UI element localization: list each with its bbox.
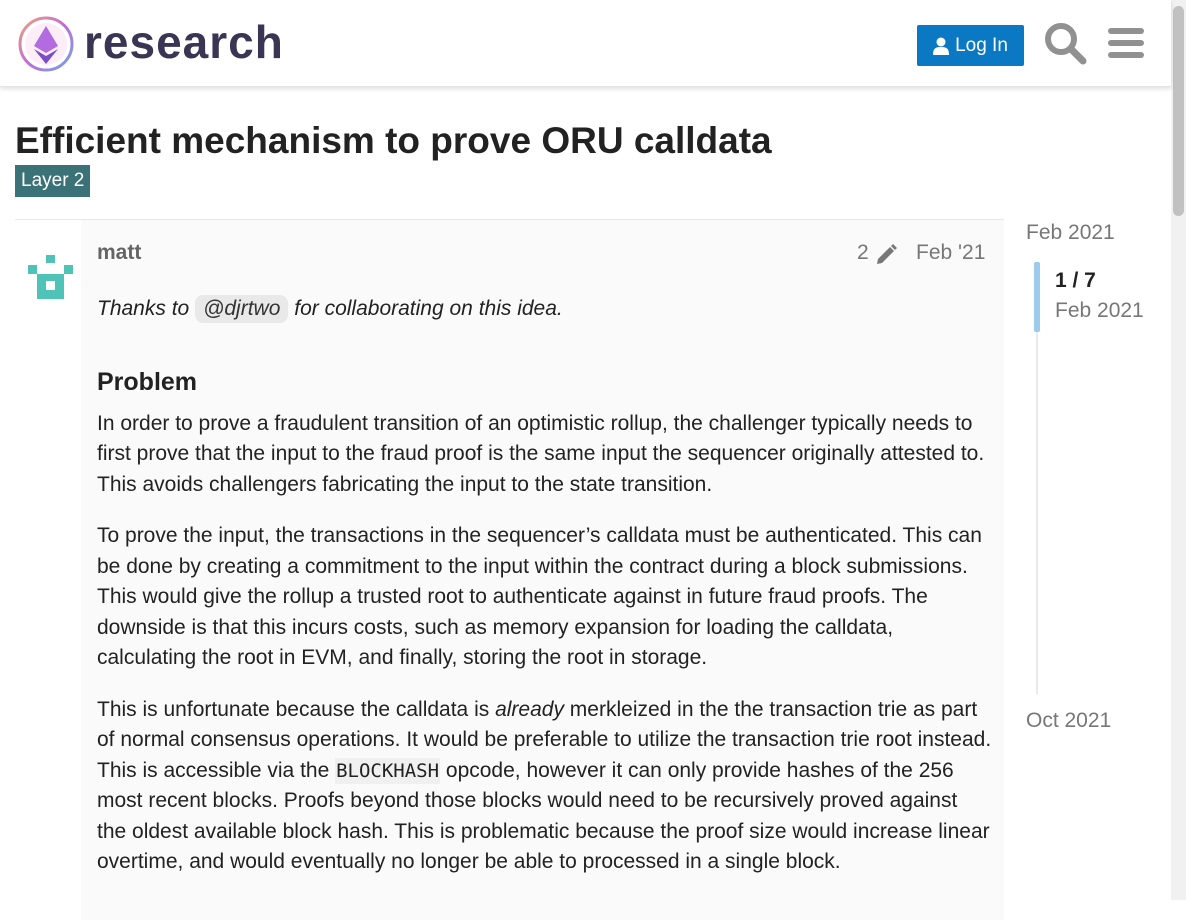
login-label: Log In bbox=[955, 34, 1008, 56]
edit-history[interactable]: 2 bbox=[857, 240, 899, 266]
paragraph-3: This is unfortunate because the calldata… bbox=[97, 695, 992, 878]
timeline-end-date[interactable]: Oct 2021 bbox=[1026, 708, 1111, 734]
timeline-start-date[interactable]: Feb 2021 bbox=[1026, 220, 1115, 246]
search-icon[interactable] bbox=[1042, 20, 1088, 66]
timeline-position-date: Feb 2021 bbox=[1055, 299, 1144, 322]
paragraph-2: To prove the input, the transactions in … bbox=[97, 524, 982, 669]
timeline-handle[interactable] bbox=[1034, 262, 1040, 332]
intro-after: for collaborating on this idea. bbox=[288, 297, 563, 320]
category-badge[interactable]: Layer 2 bbox=[15, 165, 91, 197]
user-icon bbox=[933, 37, 950, 55]
login-button[interactable]: Log In bbox=[917, 25, 1024, 66]
author-avatar[interactable] bbox=[28, 254, 73, 299]
page-scrollbar[interactable] bbox=[1171, 0, 1186, 900]
post-content: Thanks to @djrtwo for collaborating on t… bbox=[97, 294, 992, 899]
research-logo-icon[interactable] bbox=[16, 14, 76, 74]
site-header: research Log In bbox=[0, 0, 1171, 87]
section-heading: Problem bbox=[97, 367, 198, 396]
user-mention[interactable]: @djrtwo bbox=[195, 295, 289, 323]
p3-text-a: This is unfortunate because the calldata… bbox=[97, 697, 496, 721]
pencil-icon bbox=[876, 244, 897, 264]
post-author[interactable]: matt bbox=[97, 240, 141, 266]
inline-code: BLOCKHASH bbox=[335, 757, 441, 784]
site-name[interactable]: research bbox=[84, 14, 284, 70]
scrollbar-thumb[interactable] bbox=[1173, 6, 1184, 216]
intro-before: Thanks to bbox=[97, 297, 196, 320]
post-date[interactable]: Feb '21 bbox=[916, 240, 985, 266]
hamburger-menu-icon[interactable] bbox=[1104, 20, 1150, 66]
p3-emphasis: already bbox=[495, 697, 564, 721]
paragraph-1: In order to prove a fraudulent transitio… bbox=[97, 411, 985, 496]
post-intro: Thanks to @djrtwo for collaborating on t… bbox=[97, 294, 992, 325]
edit-count: 2 bbox=[857, 241, 869, 264]
timeline-position[interactable]: 1 / 7 bbox=[1055, 268, 1096, 294]
topic-title[interactable]: Efficient mechanism to prove ORU calldat… bbox=[15, 118, 772, 164]
